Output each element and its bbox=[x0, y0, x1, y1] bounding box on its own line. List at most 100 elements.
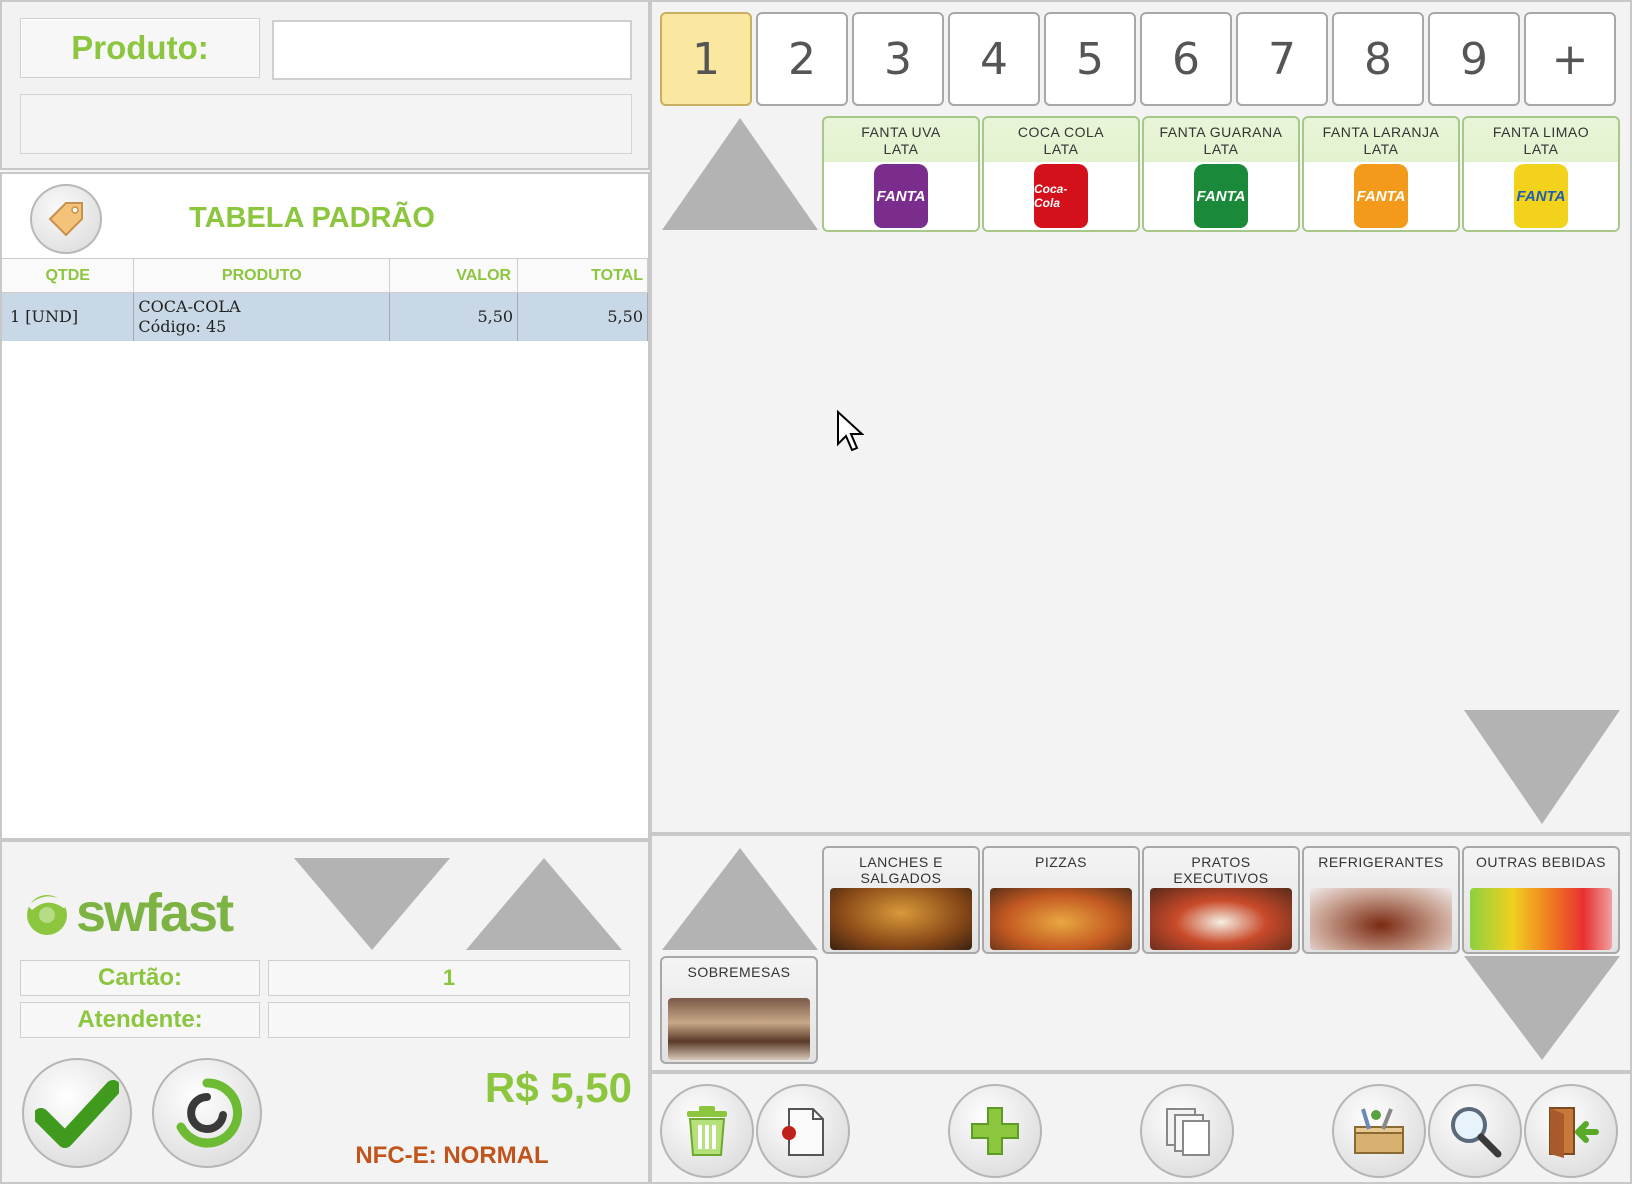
category-title: PIZZAS bbox=[1034, 854, 1087, 870]
product-card-fanta-laranja[interactable]: FANTA LARANJA LATA FANTA bbox=[1302, 116, 1460, 232]
burger-image bbox=[830, 888, 972, 950]
meal-plate-image bbox=[1150, 888, 1292, 950]
category-title: SOBREMESAS bbox=[687, 964, 791, 980]
page-button-8[interactable]: 8 bbox=[1332, 12, 1424, 106]
order-total: R$ 5,50 bbox=[484, 1064, 632, 1111]
page-button-5[interactable]: 5 bbox=[1044, 12, 1136, 106]
categories-area: LANCHES E SALGADOS PIZZAS PRATOS EXECUTIVO… bbox=[650, 834, 1632, 1072]
search-button[interactable] bbox=[1428, 1084, 1522, 1178]
confirm-button[interactable] bbox=[22, 1058, 132, 1168]
atendente-label: Atendente: bbox=[20, 1002, 260, 1038]
price-table-button[interactable] bbox=[30, 184, 102, 254]
checkmark-icon bbox=[35, 1080, 119, 1148]
soda-glasses-image bbox=[1310, 888, 1452, 950]
nfce-status: NFC-E: NORMAL bbox=[355, 1142, 549, 1169]
produto-label: Produto: bbox=[20, 18, 260, 78]
refresh-button[interactable] bbox=[152, 1058, 262, 1168]
add-button[interactable] bbox=[948, 1084, 1042, 1178]
row-qtde: 1 [UND] bbox=[2, 292, 135, 341]
atendente-value bbox=[268, 1002, 630, 1038]
category-pratos-executivos[interactable]: PRATOS EXECUTIVOS bbox=[1142, 846, 1300, 954]
page-button-2[interactable]: 2 bbox=[756, 12, 848, 106]
product-card-fanta-limao[interactable]: FANTA LIMAO LATA FANTA bbox=[1462, 116, 1620, 232]
category-title: REFRIGERANTES bbox=[1318, 854, 1444, 870]
soda-can-icon: FANTA bbox=[1354, 164, 1408, 228]
product-card-title: COCA COLA LATA bbox=[1017, 124, 1105, 157]
row-produto: COCA-COLA Código: 45 bbox=[133, 292, 391, 341]
order-items-panel: TABELA PADRÃO QTDE PRODUTO VALOR TOTAL 1… bbox=[0, 172, 650, 840]
product-card-title: FANTA LARANJA LATA bbox=[1322, 124, 1440, 157]
product-image: FANTA bbox=[1304, 162, 1458, 230]
price-tag-icon bbox=[48, 202, 83, 237]
products-area: 1 2 3 4 5 6 7 8 9 + FANTA UVA LATA FANTA … bbox=[650, 0, 1632, 834]
product-card-title: FANTA GUARANA LATA bbox=[1159, 124, 1283, 157]
tools-button[interactable] bbox=[1332, 1084, 1426, 1178]
product-card-fanta-guarana[interactable]: FANTA GUARANA LATA FANTA bbox=[1142, 116, 1300, 232]
exit-button[interactable] bbox=[1524, 1084, 1618, 1178]
order-items-table: QTDE PRODUTO VALOR TOTAL 1 [UND] COCA-CO… bbox=[2, 258, 648, 341]
category-title: LANCHES E SALGADOS bbox=[859, 854, 943, 886]
page-button-6[interactable]: 6 bbox=[1140, 12, 1232, 106]
copy-documents-button[interactable] bbox=[1140, 1084, 1234, 1178]
product-image: FANTA bbox=[824, 162, 978, 230]
document-pin-button[interactable] bbox=[756, 1084, 850, 1178]
page-button-1[interactable]: 1 bbox=[660, 12, 752, 106]
header-total: TOTAL bbox=[517, 258, 648, 293]
refresh-swirl-icon bbox=[176, 1078, 242, 1148]
pinned-document-icon bbox=[782, 1108, 824, 1156]
toolbox-icon bbox=[1354, 1108, 1404, 1154]
juices-image bbox=[1470, 888, 1612, 950]
scroll-down-categories-button[interactable] bbox=[1462, 954, 1622, 1062]
page-button-3[interactable]: 3 bbox=[852, 12, 944, 106]
swfast-logo: swfast bbox=[22, 880, 242, 946]
page-button-7[interactable]: 7 bbox=[1236, 12, 1328, 106]
soda-can-icon: FANTA bbox=[874, 164, 928, 228]
table-row[interactable]: 1 [UND] COCA-COLA Código: 45 5,50 5,50 bbox=[2, 292, 648, 341]
trash-icon bbox=[687, 1106, 727, 1156]
price-table-title: TABELA PADRÃO bbox=[189, 201, 435, 234]
category-title: OUTRAS BEBIDAS bbox=[1476, 854, 1606, 870]
category-title: PRATOS EXECUTIVOS bbox=[1173, 854, 1269, 886]
category-sobremesas[interactable]: SOBREMESAS bbox=[660, 956, 818, 1064]
scroll-up-categories-button[interactable] bbox=[660, 846, 820, 952]
row-valor: 5,50 bbox=[389, 292, 519, 341]
pizza-image bbox=[990, 888, 1132, 950]
scroll-up-products-button[interactable] bbox=[660, 116, 820, 232]
category-pizzas[interactable]: PIZZAS bbox=[982, 846, 1140, 954]
row-produto-codigo: Código: 45 bbox=[138, 316, 227, 336]
scroll-down-items-button[interactable] bbox=[292, 856, 452, 952]
table-header-row: QTDE PRODUTO VALOR TOTAL bbox=[2, 258, 648, 293]
header-qtde: QTDE bbox=[2, 258, 135, 293]
row-total: 5,50 bbox=[517, 292, 648, 341]
category-outras-bebidas[interactable]: OUTRAS BEBIDAS bbox=[1462, 846, 1620, 954]
magnifier-icon bbox=[1451, 1107, 1502, 1158]
category-refrigerantes[interactable]: REFRIGERANTES bbox=[1302, 846, 1460, 954]
cartao-label: Cartão: bbox=[20, 960, 260, 996]
product-image: FANTA bbox=[1144, 162, 1298, 230]
scroll-down-products-button[interactable] bbox=[1462, 708, 1622, 826]
page-button-9[interactable]: 9 bbox=[1428, 12, 1520, 106]
exit-door-icon bbox=[1549, 1107, 1599, 1158]
row-produto-name: COCA-COLA bbox=[138, 296, 241, 316]
left-column: Produto: TABELA PADRÃO QTDE PRODUTO VALO… bbox=[0, 0, 650, 1184]
dessert-image bbox=[668, 998, 810, 1060]
cartao-value: 1 bbox=[268, 960, 630, 996]
right-column: 1 2 3 4 5 6 7 8 9 + FANTA UVA LATA FANTA … bbox=[650, 0, 1632, 1184]
swfast-logo-text: swfast bbox=[76, 883, 234, 943]
soda-can-icon: FANTA bbox=[1514, 164, 1568, 228]
soda-can-icon: Coca-Cola bbox=[1034, 164, 1088, 228]
swfast-logo-icon bbox=[27, 895, 68, 935]
order-summary-panel: swfast Cartão: 1 Atendente: R$ 5,50 NFC-… bbox=[0, 840, 650, 1184]
page-button-4[interactable]: 4 bbox=[948, 12, 1040, 106]
pos-window: Produto: TABELA PADRÃO QTDE PRODUTO VALO… bbox=[0, 0, 1632, 1184]
delete-button[interactable] bbox=[660, 1084, 754, 1178]
scroll-up-items-button[interactable] bbox=[464, 856, 624, 952]
toolbar bbox=[650, 1072, 1632, 1184]
page-button-add[interactable]: + bbox=[1524, 12, 1616, 106]
documents-icon bbox=[1166, 1108, 1210, 1156]
product-card-fanta-uva[interactable]: FANTA UVA LATA FANTA bbox=[822, 116, 980, 232]
category-lanches-salgados[interactable]: LANCHES E SALGADOS bbox=[822, 846, 980, 954]
produto-input[interactable] bbox=[272, 20, 632, 80]
soda-can-icon: FANTA bbox=[1194, 164, 1248, 228]
product-card-coca-cola[interactable]: COCA COLA LATA Coca-Cola bbox=[982, 116, 1140, 232]
